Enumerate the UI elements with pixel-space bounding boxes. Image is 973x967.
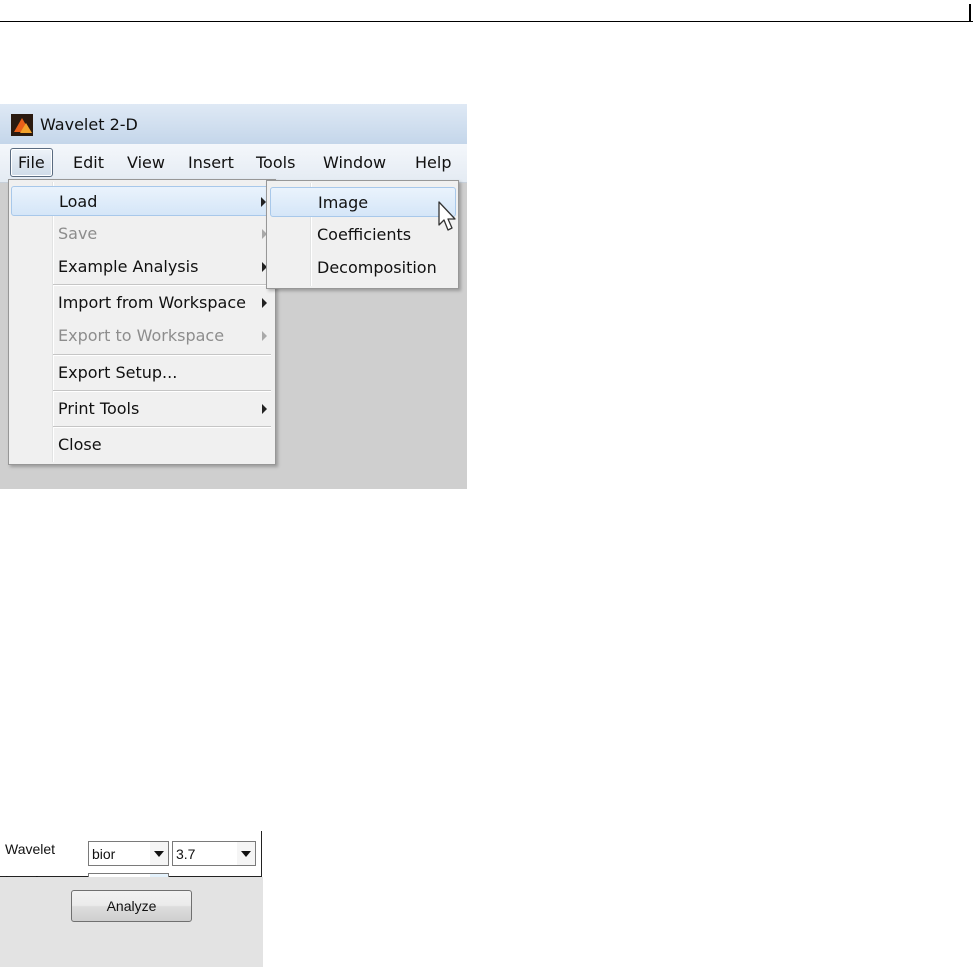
dropdown-button[interactable] xyxy=(237,842,255,865)
menu-separator xyxy=(53,426,271,428)
menu-item-print-tools[interactable]: Print Tools xyxy=(11,394,273,424)
wavelet-label: Wavelet xyxy=(5,841,56,857)
file-menu-dropdown: Load Save Example Analysis Import from W… xyxy=(8,179,276,465)
submenu-arrow-icon xyxy=(262,298,267,308)
dropdown-arrow-icon xyxy=(241,851,251,857)
wavelet-window-screenshot: Wavelet 2-D File Edit View Insert Tools … xyxy=(0,104,467,489)
wavelet-family-select[interactable]: bior xyxy=(88,841,169,866)
wavelet-panel-screenshot: Wavelet Level bior 3.7 2 Analyze xyxy=(0,831,263,967)
page-rule-tick xyxy=(969,4,971,22)
menu-separator xyxy=(53,354,271,356)
submenu-arrow-icon xyxy=(262,331,267,341)
dropdown-arrow-icon xyxy=(154,851,164,857)
menu-insert[interactable]: Insert xyxy=(188,153,234,172)
window-title: Wavelet 2-D xyxy=(40,115,138,134)
menu-tools[interactable]: Tools xyxy=(256,153,295,172)
menu-item-import-from-workspace[interactable]: Import from Workspace xyxy=(11,288,273,318)
menu-separator xyxy=(53,284,271,286)
analyze-button[interactable]: Analyze xyxy=(71,890,192,922)
matlab-logo-icon xyxy=(11,114,33,136)
dropdown-button[interactable] xyxy=(150,842,168,865)
menu-separator xyxy=(53,390,271,392)
submenu-item-decomposition[interactable]: Decomposition xyxy=(270,253,456,283)
menu-item-example-analysis[interactable]: Example Analysis xyxy=(11,252,273,282)
window-titlebar: Wavelet 2-D xyxy=(0,104,467,144)
menu-item-export-to-workspace[interactable]: Export to Workspace xyxy=(11,321,273,351)
menu-item-save[interactable]: Save xyxy=(11,219,273,249)
menu-bar: File Edit View Insert Tools Window Help xyxy=(0,144,467,183)
menu-file[interactable]: File xyxy=(10,148,53,177)
menu-item-close[interactable]: Close xyxy=(11,430,273,460)
submenu-item-coefficients[interactable]: Coefficients xyxy=(270,220,456,250)
submenu-item-image[interactable]: Image xyxy=(270,187,456,217)
menu-help[interactable]: Help xyxy=(415,153,451,172)
submenu-arrow-icon xyxy=(262,404,267,414)
menu-item-export-setup[interactable]: Export Setup... xyxy=(11,358,273,388)
menu-item-load[interactable]: Load xyxy=(11,186,273,216)
menu-window[interactable]: Window xyxy=(323,153,386,172)
menu-view[interactable]: View xyxy=(127,153,165,172)
load-submenu: Image Coefficients Decomposition xyxy=(266,180,459,289)
page-header-rule xyxy=(0,0,973,22)
mouse-pointer-icon xyxy=(438,201,456,231)
wavelet-number-select[interactable]: 3.7 xyxy=(172,841,256,866)
menu-edit[interactable]: Edit xyxy=(73,153,104,172)
